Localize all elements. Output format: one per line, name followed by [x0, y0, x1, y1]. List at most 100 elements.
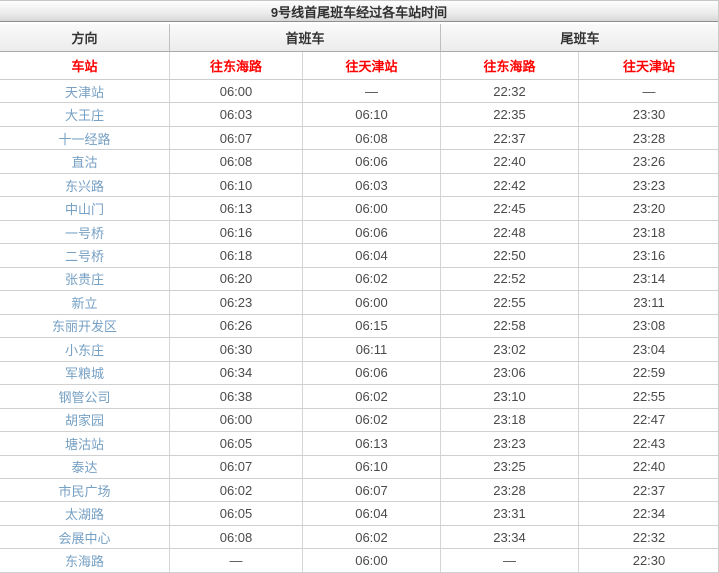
sub-header-row: 车站 往东海路 往天津站 往东海路 往天津站 — [0, 52, 718, 80]
last-train-to-tianjin-cell: 23:30 — [632, 107, 666, 123]
station-cell: 胡家园 — [0, 408, 170, 432]
first-train-to-tianjin-cell: 06:13 — [303, 432, 441, 455]
table-row: 塘沽站 06:05 06:13 23:23 22:43 — [0, 432, 718, 456]
first-train-to-donghai-cell: 06:26 — [170, 314, 303, 338]
table-row: 中山门 06:13 06:00 22:45 23:20 — [0, 197, 718, 221]
first-train-to-tianjin-cell: 06:10 — [303, 103, 441, 126]
table-row: 市民广场 06:02 06:07 23:28 22:37 — [0, 478, 718, 503]
table-row: 泰达 06:07 06:10 23:25 22:40 — [0, 455, 718, 479]
section-header-row: 方向 首班车 尾班车 — [0, 24, 718, 52]
first-train-to-donghai-cell: 06:18 — [170, 244, 303, 267]
station-cell: 东兴路 — [0, 173, 170, 197]
last-train-to-donghai-cell: 22:55 — [441, 291, 579, 314]
last-train-to-donghai-cell: 22:45 — [441, 197, 579, 220]
last-train-to-tianjin-cell: 23:18 — [632, 224, 666, 240]
station-cell: 直沽 — [0, 150, 170, 173]
station-link[interactable]: 天津站 — [65, 82, 104, 101]
table-row: 直沽 06:08 06:06 22:40 23:26 — [0, 150, 718, 174]
table-row: 太湖路 06:05 06:04 23:31 22:34 — [0, 502, 718, 526]
first-train-to-donghai-cell: 06:00 — [170, 80, 303, 103]
table-row: 二号桥 06:18 06:04 22:50 23:16 — [0, 244, 718, 268]
station-cell: 一号桥 — [0, 220, 170, 244]
first-train-to-tianjin-cell: 06:02 — [303, 267, 441, 291]
header-direction: 方向 — [0, 24, 170, 51]
last-train-to-tianjin-cell: 23:26 — [632, 154, 666, 170]
last-train-to-donghai-cell: 22:52 — [441, 267, 579, 291]
station-link[interactable]: 中山门 — [65, 199, 104, 218]
last-train-to-donghai-cell: 22:40 — [441, 150, 579, 173]
first-train-to-donghai-cell: 06:00 — [170, 408, 303, 432]
station-cell: 小东庄 — [0, 338, 170, 361]
table-row: 新立 06:23 06:00 22:55 23:11 — [0, 291, 718, 315]
last-train-to-tianjin-cell: 22:40 — [632, 459, 666, 475]
header-first-to-donghai: 往东海路 — [170, 52, 303, 79]
first-train-to-tianjin-cell: 06:02 — [303, 525, 441, 549]
station-cell: 二号桥 — [0, 244, 170, 267]
station-link[interactable]: 大王庄 — [65, 105, 104, 124]
table-row: 胡家园 06:00 06:02 23:18 22:47 — [0, 408, 718, 433]
station-link[interactable]: 东丽开发区 — [52, 316, 117, 335]
first-train-to-tianjin-cell: 06:00 — [303, 197, 441, 220]
first-train-to-tianjin-cell: 06:11 — [303, 338, 441, 361]
last-train-to-donghai-cell: 23:02 — [441, 338, 579, 361]
last-train-to-donghai-cell: 23:34 — [441, 525, 579, 549]
first-train-to-tianjin-cell: 06:07 — [303, 478, 441, 502]
station-link[interactable]: 军粮城 — [65, 363, 104, 382]
station-link[interactable]: 一号桥 — [65, 223, 104, 242]
first-train-to-donghai-cell: 06:30 — [170, 338, 303, 361]
station-link[interactable]: 钢管公司 — [58, 387, 110, 406]
header-last-train: 尾班车 — [560, 31, 600, 46]
station-link[interactable]: 直沽 — [71, 152, 97, 171]
station-link[interactable]: 会展中心 — [58, 528, 110, 547]
last-train-to-tianjin-cell: 23:16 — [632, 248, 666, 264]
last-train-to-donghai-cell: 22:42 — [441, 173, 579, 197]
station-cell: 市民广场 — [0, 478, 170, 502]
first-train-to-tianjin-cell: 06:06 — [303, 361, 441, 385]
header-last-to-tianjin: 往天津站 — [622, 59, 675, 74]
station-link[interactable]: 市民广场 — [58, 481, 110, 500]
last-train-to-tianjin-cell: 23:04 — [632, 341, 666, 357]
table-row: 十一经路 06:07 06:08 22:37 23:28 — [0, 126, 718, 151]
table-row: 天津站 06:00 — 22:32 — — [0, 80, 718, 104]
first-train-to-donghai-cell: 06:05 — [170, 432, 303, 455]
table-row: 东海路 — 06:00 — 22:30 — [0, 549, 718, 573]
last-train-to-tianjin-cell: 22:32 — [632, 529, 666, 545]
header-last-to-donghai: 往东海路 — [441, 52, 579, 79]
station-link[interactable]: 太湖路 — [65, 504, 104, 523]
first-train-to-donghai-cell: 06:38 — [170, 385, 303, 408]
last-train-to-tianjin-cell: 23:11 — [633, 294, 665, 310]
last-train-to-donghai-cell: 23:28 — [441, 478, 579, 502]
station-cell: 会展中心 — [0, 525, 170, 549]
last-train-to-donghai-cell: 22:50 — [441, 244, 579, 267]
last-train-to-tianjin-cell: 22:55 — [632, 388, 666, 404]
last-train-to-tianjin-cell: 22:47 — [632, 412, 666, 428]
station-link[interactable]: 小东庄 — [65, 340, 104, 359]
first-train-to-donghai-cell: 06:10 — [170, 173, 303, 197]
first-train-to-tianjin-cell: 06:00 — [303, 291, 441, 314]
last-train-to-tianjin-cell: 23:23 — [632, 177, 666, 193]
station-link[interactable]: 东海路 — [65, 551, 104, 570]
station-link[interactable]: 十一经路 — [58, 129, 110, 148]
first-train-to-tianjin-cell: 06:10 — [303, 455, 441, 478]
last-train-to-donghai-cell: — — [441, 549, 579, 572]
station-link[interactable]: 胡家园 — [65, 410, 104, 429]
first-train-to-donghai-cell: 06:20 — [170, 267, 303, 291]
station-cell: 新立 — [0, 291, 170, 314]
first-train-to-tianjin-cell: 06:06 — [303, 220, 441, 244]
station-link[interactable]: 东兴路 — [65, 176, 104, 195]
table-body: 天津站 06:00 — 22:32 — 大王庄 06:03 06:10 22:3… — [0, 80, 718, 573]
last-train-to-tianjin-cell: 22:34 — [632, 506, 666, 522]
station-link[interactable]: 张贵庄 — [65, 269, 104, 288]
last-train-to-donghai-cell: 22:37 — [441, 126, 579, 150]
first-train-to-tianjin-cell: 06:04 — [303, 244, 441, 267]
station-link[interactable]: 泰达 — [71, 457, 97, 476]
station-link[interactable]: 塘沽站 — [65, 434, 104, 453]
station-link[interactable]: 新立 — [71, 293, 97, 312]
first-train-to-tianjin-cell: 06:02 — [303, 408, 441, 432]
last-train-to-tianjin-cell: — — [642, 83, 656, 99]
station-link[interactable]: 二号桥 — [65, 246, 104, 265]
first-train-to-tianjin-cell: 06:02 — [303, 385, 441, 408]
header-station: 车站 — [0, 52, 170, 79]
first-train-to-donghai-cell: 06:16 — [170, 220, 303, 244]
first-train-to-donghai-cell: 06:07 — [170, 455, 303, 478]
